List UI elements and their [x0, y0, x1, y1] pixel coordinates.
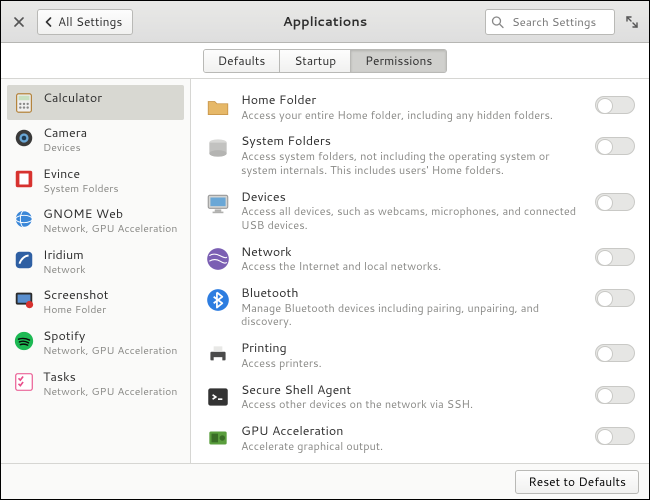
tab-defaults[interactable]: Defaults [204, 50, 281, 72]
terminal-icon [205, 384, 231, 410]
sidebar-item-camera[interactable]: CameraDevices [7, 120, 184, 161]
permission-row-bluetooth: BluetoothManage Bluetooth devices includ… [203, 280, 637, 335]
permission-desc: Access all devices, such as webcams, mic… [241, 205, 585, 233]
screenshot-icon [13, 289, 35, 311]
sidebar-item-label: Tasks [43, 370, 177, 385]
permission-row-system-folders: System FoldersAccess system folders, not… [203, 128, 637, 183]
sidebar-item-sub: Network [43, 264, 86, 277]
sidebar-item-gnome-web[interactable]: GNOME WebNetwork, GPU Acceleration [7, 201, 184, 242]
sidebar-item-screenshot[interactable]: ScreenshotHome Folder [7, 282, 184, 323]
sidebar-item-label: Screenshot [43, 288, 109, 303]
content: CalculatorCameraDevicesEvinceSystem Fold… [1, 79, 649, 463]
sidebar-item-sub: Network, GPU Acceleration [43, 345, 177, 358]
permission-toggle[interactable] [595, 193, 635, 211]
permissions-list[interactable]: Home FolderAccess your entire Home folde… [191, 79, 649, 463]
permission-toggle[interactable] [595, 248, 635, 266]
header-actions [485, 9, 641, 35]
sidebar-item-sub: System Folders [43, 183, 119, 196]
sidebar-item-calculator[interactable]: Calculator [7, 85, 184, 120]
permission-row-secure-shell-agent: Secure Shell AgentAccess other devices o… [203, 377, 637, 418]
permission-desc: Access your entire Home folder, includin… [241, 109, 585, 123]
arrow-left-icon [44, 17, 54, 27]
globe-icon [13, 208, 35, 230]
calculator-icon [13, 92, 35, 114]
sidebar-item-sub: Home Folder [43, 304, 109, 317]
permission-toggle[interactable] [595, 344, 635, 362]
sidebar-item-label: Iridium [43, 248, 86, 263]
computer-icon [205, 191, 231, 217]
back-all-settings-button[interactable]: All Settings [37, 9, 133, 35]
network-icon [205, 246, 231, 272]
sidebar-item-sub: Network, GPU Acceleration [43, 386, 177, 399]
permission-desc: Access printers. [241, 357, 585, 371]
sidebar-item-label: Calculator [43, 91, 102, 106]
search-wrap [485, 9, 615, 35]
gpu-icon [205, 425, 231, 451]
tab-permissions[interactable]: Permissions [351, 50, 446, 72]
tab-startup[interactable]: Startup [280, 50, 351, 72]
segmented-control: DefaultsStartupPermissions [203, 49, 448, 73]
drive-icon [205, 135, 231, 161]
sidebar-item-evince[interactable]: EvinceSystem Folders [7, 161, 184, 202]
search-icon [491, 15, 504, 28]
camera-icon [13, 127, 35, 149]
search-input[interactable] [485, 9, 615, 35]
evince-icon [13, 168, 35, 190]
close-button[interactable] [9, 12, 29, 32]
permission-toggle[interactable] [595, 289, 635, 307]
spotify-icon [13, 330, 35, 352]
folder-icon [205, 94, 231, 120]
permission-row-network: NetworkAccess the Internet and local net… [203, 239, 637, 280]
permission-toggle[interactable] [595, 386, 635, 404]
permission-toggle[interactable] [595, 137, 635, 155]
close-icon [14, 17, 24, 27]
sidebar-item-label: GNOME Web [43, 207, 177, 222]
sidebar-item-label: Camera [43, 126, 87, 141]
permission-desc: Access other devices on the network via … [241, 398, 585, 412]
reset-defaults-button[interactable]: Reset to Defaults [515, 470, 639, 494]
sidebar-item-sub: Network, GPU Acceleration [43, 223, 177, 236]
permission-desc: Accelerate graphical output. [241, 440, 585, 454]
permission-desc: Access the Internet and local networks. [241, 260, 585, 274]
tasks-icon [13, 371, 35, 393]
sidebar-item-label: Spotify [43, 329, 177, 344]
permission-row-devices: DevicesAccess all devices, such as webca… [203, 184, 637, 239]
tabs-row: DefaultsStartupPermissions [1, 43, 649, 79]
permission-row-printing: PrintingAccess printers. [203, 335, 637, 376]
permission-desc: Manage Bluetooth devices including pairi… [241, 302, 585, 330]
iridium-icon [13, 249, 35, 271]
sidebar-item-label: Evince [43, 167, 119, 182]
sidebar-item-tasks[interactable]: TasksNetwork, GPU Acceleration [7, 364, 184, 405]
permission-row-gpu-acceleration: GPU AccelerationAccelerate graphical out… [203, 418, 637, 459]
permission-toggle[interactable] [595, 96, 635, 114]
printer-icon [205, 342, 231, 368]
footer: Reset to Defaults [1, 463, 649, 499]
permission-toggle[interactable] [595, 427, 635, 445]
maximize-button[interactable] [623, 13, 641, 31]
sidebar[interactable]: CalculatorCameraDevicesEvinceSystem Fold… [1, 79, 191, 463]
maximize-icon [626, 16, 638, 28]
back-label: All Settings [58, 13, 122, 30]
sidebar-item-iridium[interactable]: IridiumNetwork [7, 242, 184, 283]
bluetooth-icon [205, 287, 231, 313]
permission-row-home-folder: Home FolderAccess your entire Home folde… [203, 87, 637, 128]
permission-desc: Access system folders, not including the… [241, 150, 585, 178]
sidebar-item-spotify[interactable]: SpotifyNetwork, GPU Acceleration [7, 323, 184, 364]
headerbar: All Settings Applications [1, 1, 649, 43]
sidebar-item-sub: Devices [43, 142, 87, 155]
